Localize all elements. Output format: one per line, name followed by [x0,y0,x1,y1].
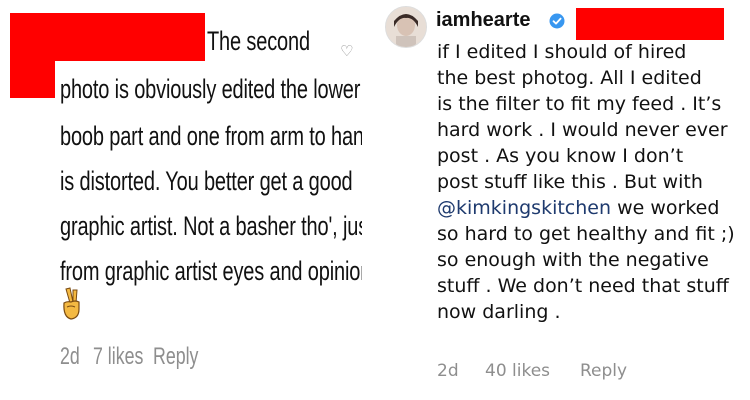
left-comment-panel: The second photo is obviously edited the… [0,0,362,400]
comment-text-line: the best photog. All I edited [437,67,702,89]
victory-hand-emoji [63,287,80,320]
comment-text-line: so enough with the negative [437,249,709,271]
username[interactable]: iamhearte [436,8,531,32]
like-count[interactable]: 7 likes [93,342,143,372]
comment-text-line: so hard to get healthy and fit ;) [437,223,735,245]
comment-text-line: boob part and one from arm to hand [60,121,362,151]
redaction-block [10,60,55,98]
comment-text-line: from graphic artist eyes and opinion [60,256,362,286]
redaction-block [576,8,724,40]
comment-text-line: graphic artist. Not a basher tho', just [60,211,362,241]
avatar-image [386,7,426,47]
user-mention-link[interactable]: @kimkingskitchen [437,197,611,219]
comment-text-line: hard work . I would never ever [437,119,728,141]
comment-text-line: if I edited I should of hired [437,41,687,63]
like-count[interactable]: 40 likes [485,360,550,382]
reply-button[interactable]: Reply [580,360,627,382]
redaction-block [10,13,205,61]
comment-text-line: post . As you know I don’t [437,145,684,167]
comment-time: 2d [60,343,80,370]
comment-text-line: photo is obviously edited the lower [60,74,361,104]
verified-badge-icon [549,13,565,29]
comment-text-line: post stuff like this . But with [437,171,703,193]
avatar[interactable] [385,6,427,48]
comment-text-fragment: we worked [611,197,720,219]
comment-text-line: is distorted. You better get a good [60,166,353,196]
comment-text-line-with-mention: @kimkingskitchen we worked [437,196,719,220]
reply-button[interactable]: Reply [153,342,198,372]
heart-outline-icon[interactable]: ♡ [340,43,356,59]
comment-text-line: is the filter to fit my feed . It’s [437,93,722,115]
comment-time: 2d [437,361,459,381]
comment-text-line: stuff . We don’t need that stuff [437,275,729,297]
comment-text-line: now darling . [437,301,561,323]
comment-text-line: The second [207,26,310,56]
